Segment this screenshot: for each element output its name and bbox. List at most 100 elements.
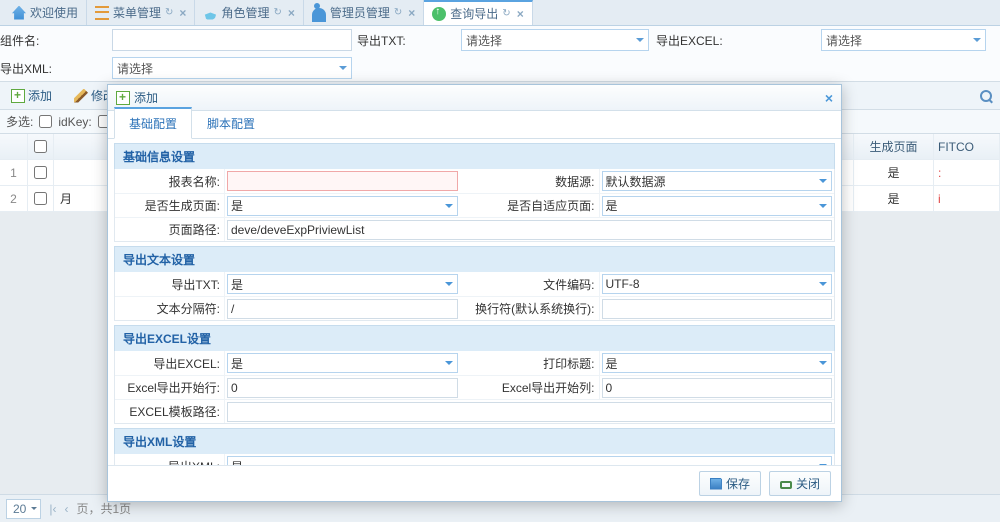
- row-gen: 是: [854, 186, 934, 211]
- menu-icon: [95, 6, 109, 20]
- section-excel: 导出EXCEL: 是 打印标题: 是 Excel导出开始行: 0 Excel导出…: [114, 351, 835, 424]
- section-xml-head: 导出XML设置: [114, 428, 835, 454]
- pager-info: 页，共1页: [76, 500, 131, 517]
- save-icon: [710, 478, 722, 490]
- datasource-select[interactable]: 默认数据源: [602, 171, 833, 191]
- filter-txt-label: 导出TXT:: [357, 26, 461, 54]
- report-name-input[interactable]: [227, 171, 458, 191]
- row-checkbox[interactable]: [34, 192, 47, 205]
- add-button[interactable]: 添加: [4, 84, 59, 107]
- export-txt-select[interactable]: 是: [227, 274, 458, 294]
- row-fit: :: [934, 160, 1000, 185]
- export-xml-label: 导出XML:: [115, 454, 225, 465]
- filter-groupname-label: 组件名:: [0, 26, 112, 54]
- close-icon[interactable]: ×: [408, 6, 415, 20]
- sep-label: 文本分隔符:: [115, 297, 225, 320]
- col-fit: FITCO: [934, 134, 1000, 159]
- export-excel-select[interactable]: 是: [227, 353, 458, 373]
- tab-menu-manage[interactable]: 菜单管理 ↻ ×: [87, 0, 195, 25]
- section-basic-head: 基础信息设置: [114, 143, 835, 169]
- row-fit: i: [934, 186, 1000, 211]
- gen-page-label: 是否生成页面:: [115, 194, 225, 217]
- home-icon: [12, 6, 26, 20]
- section-xml: 导出XML: 是 XML根节点名称: ROOT XML节点名称: NODE: [114, 454, 835, 465]
- auto-fit-label: 是否自适应页面:: [460, 194, 600, 217]
- file-enc-label: 文件编码:: [460, 272, 600, 296]
- tab-role-manage[interactable]: 角色管理 ↻ ×: [195, 0, 303, 25]
- tab-admin-manage[interactable]: 管理员管理 ↻ ×: [304, 0, 424, 25]
- start-row-label: Excel导出开始行:: [115, 376, 225, 399]
- dialog-tab-basic[interactable]: 基础配置: [114, 107, 192, 139]
- idkey-label: idKey:: [58, 115, 91, 129]
- start-row-input[interactable]: 0: [227, 378, 458, 398]
- refresh-icon[interactable]: ↻: [502, 8, 510, 19]
- role-icon: [203, 6, 217, 20]
- page-path-label: 页面路径:: [115, 218, 225, 241]
- select-all-checkbox[interactable]: [34, 140, 47, 153]
- filter-excel-label: 导出EXCEL:: [656, 26, 821, 54]
- file-enc-select[interactable]: UTF-8: [602, 274, 833, 294]
- export-txt-label: 导出TXT:: [115, 272, 225, 296]
- filter-txt-select[interactable]: 请选择: [461, 29, 649, 51]
- edit-icon: [74, 89, 88, 103]
- pager-prev[interactable]: ‹: [64, 502, 68, 516]
- newline-input[interactable]: [602, 299, 833, 319]
- close-icon[interactable]: ×: [288, 6, 295, 20]
- auto-fit-select[interactable]: 是: [602, 196, 833, 216]
- datasource-label: 数据源:: [460, 169, 600, 193]
- sep-input[interactable]: /: [227, 299, 458, 319]
- refresh-icon[interactable]: ↻: [273, 7, 281, 18]
- tab-label: 管理员管理: [330, 4, 390, 21]
- col-gen: 生成页面: [854, 134, 934, 159]
- print-title-label: 打印标题:: [460, 351, 600, 375]
- tab-label: 菜单管理: [113, 4, 161, 21]
- start-col-input[interactable]: 0: [602, 378, 833, 398]
- tab-query-export[interactable]: 查询导出 ↻ ×: [424, 0, 532, 25]
- page-path-input[interactable]: deve/deveExpPriviewList: [227, 220, 832, 240]
- export-xml-select[interactable]: 是: [227, 456, 832, 465]
- dialog-tab-script[interactable]: 脚本配置: [192, 108, 270, 139]
- row-checkbox[interactable]: [34, 166, 47, 179]
- newline-label: 换行符(默认系统换行):: [460, 297, 600, 320]
- close-icon[interactable]: ×: [179, 6, 186, 20]
- tpl-path-label: EXCEL模板路径:: [115, 400, 225, 423]
- gen-page-select[interactable]: 是: [227, 196, 458, 216]
- save-button[interactable]: 保存: [699, 471, 761, 496]
- close-button[interactable]: 关闭: [769, 471, 831, 496]
- tab-welcome[interactable]: 欢迎使用: [4, 0, 87, 25]
- tpl-path-input[interactable]: [227, 402, 832, 422]
- filter-groupname-input[interactable]: [112, 29, 352, 51]
- search-icon[interactable]: [980, 90, 992, 102]
- close-icon: [780, 481, 792, 489]
- dialog-body: 基础信息设置 报表名称: 数据源: 默认数据源 是否生成页面: 是 是否自适应页…: [108, 139, 841, 465]
- refresh-icon[interactable]: ↻: [165, 7, 173, 18]
- multi-label: 多选:: [6, 113, 33, 130]
- tab-label: 欢迎使用: [30, 4, 78, 21]
- section-txt-head: 导出文本设置: [114, 246, 835, 272]
- print-title-select[interactable]: 是: [602, 353, 833, 373]
- row-gen: 是: [854, 160, 934, 185]
- export-excel-label: 导出EXCEL:: [115, 351, 225, 375]
- section-basic: 报表名称: 数据源: 默认数据源 是否生成页面: 是 是否自适应页面: 是 页面…: [114, 169, 835, 242]
- page-size-select[interactable]: 20: [6, 499, 41, 519]
- dialog-footer: 保存 关闭: [108, 465, 841, 501]
- close-icon[interactable]: ×: [517, 7, 524, 21]
- export-icon: [432, 7, 446, 21]
- filter-xml-label: 导出XML:: [0, 54, 112, 82]
- add-icon: [11, 89, 25, 103]
- row-number: 2: [0, 186, 28, 211]
- row-number: 1: [0, 160, 28, 185]
- multi-checkbox[interactable]: [39, 115, 52, 128]
- section-excel-head: 导出EXCEL设置: [114, 325, 835, 351]
- start-col-label: Excel导出开始列:: [460, 376, 600, 399]
- filter-excel-select[interactable]: 请选择: [821, 29, 986, 51]
- refresh-icon[interactable]: ↻: [394, 7, 402, 18]
- add-dialog: 添加 × 基础配置 脚本配置 基础信息设置 报表名称: 数据源: 默认数据源 是…: [107, 84, 842, 502]
- report-name-label: 报表名称:: [115, 169, 225, 193]
- dialog-close-icon[interactable]: ×: [825, 90, 833, 106]
- pager-first[interactable]: |‹: [49, 502, 56, 516]
- dialog-title: 添加: [134, 89, 158, 106]
- filter-bar: 组件名: 导出TXT: 请选择 导出EXCEL: 请选择 导出XML: 请选择: [0, 26, 1000, 82]
- admin-icon: [312, 8, 326, 22]
- filter-xml-select[interactable]: 请选择: [112, 57, 352, 79]
